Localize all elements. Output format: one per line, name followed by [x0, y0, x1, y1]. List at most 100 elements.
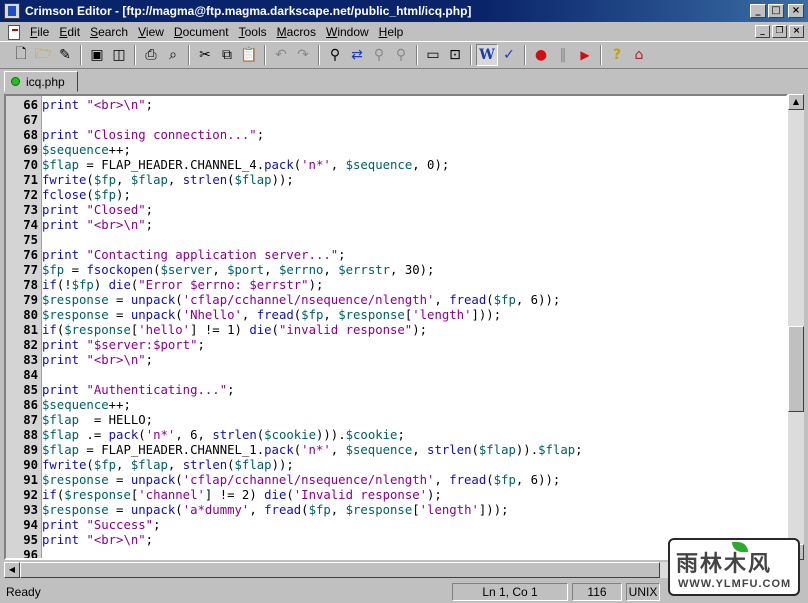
home-icon[interactable]: ⌂	[628, 44, 650, 66]
toolbar-separator	[416, 45, 418, 65]
code-token: $flap	[130, 458, 168, 472]
save-icon[interactable]: ▣	[86, 44, 108, 66]
spell-check-icon[interactable]: ✓	[498, 44, 520, 66]
line-code: $sequence++;	[42, 398, 131, 413]
find-icon[interactable]: ⚲	[324, 44, 346, 66]
doc-restore-button[interactable]: ❐	[772, 25, 787, 38]
find-next-icon[interactable]: ⚲	[368, 44, 390, 66]
maximize-button[interactable]: □	[768, 4, 784, 18]
open-folder-icon[interactable]: 🗁	[32, 44, 54, 66]
undo-icon[interactable]: ↶	[270, 44, 292, 66]
doc-close-button[interactable]: ×	[789, 25, 804, 38]
code-token: strlen	[212, 428, 257, 442]
print-preview-icon[interactable]: ⌕	[162, 44, 184, 66]
line-number: 73	[23, 203, 38, 217]
tab-icq-php[interactable]: icq.php	[4, 71, 78, 92]
line-number: 92	[23, 488, 38, 502]
close-button[interactable]: ×	[788, 4, 804, 18]
code-token: "Contacting application server..."	[86, 248, 339, 262]
screen-icon[interactable]: ⊡	[444, 44, 466, 66]
line-number: 70	[23, 158, 38, 172]
menu-item-macros[interactable]: Macros	[272, 25, 321, 39]
help-icon[interactable]: ?	[606, 44, 628, 66]
line-number: 67	[23, 113, 38, 127]
menu-item-view[interactable]: View	[133, 25, 169, 39]
code-token: ,	[167, 458, 183, 472]
menu-item-file[interactable]: File	[25, 25, 54, 39]
code-token: =	[108, 473, 131, 487]
code-token: unpack	[130, 308, 176, 322]
pause-macro-icon[interactable]: ‖	[552, 44, 574, 66]
code-line: 88 $flap .= pack('n*', 6, strlen($cookie)…	[6, 428, 786, 443]
code-token: $flap	[234, 173, 272, 187]
code-token: print	[42, 338, 80, 352]
copy-icon[interactable]: ⧉	[216, 44, 238, 66]
code-token: ;	[145, 533, 154, 547]
new-file-icon[interactable]: 🗋	[10, 44, 32, 66]
play-macro-icon[interactable]: ▶	[574, 44, 596, 66]
menu-item-search[interactable]: Search	[85, 25, 133, 39]
code-token: ;	[153, 518, 161, 532]
code-token: 'cflap/cchannel/nsequence/nlength'	[182, 293, 435, 307]
code-line: 89 $flap = FLAP_HEADER.CHANNEL_1.pack ('n*…	[6, 443, 786, 458]
document-icon[interactable]	[6, 24, 22, 40]
line-number: 88	[23, 428, 38, 442]
line-code: if(!$fp) die("Error $errno: $errstr");	[42, 278, 323, 293]
word-wrap-icon[interactable]: W	[476, 44, 498, 66]
menu-item-help[interactable]: Help	[374, 25, 409, 39]
menu-item-edit[interactable]: Edit	[54, 25, 85, 39]
code-line: 75	[6, 233, 786, 248]
menu-item-tools[interactable]: Tools	[234, 25, 272, 39]
code-token: ++;	[108, 398, 131, 412]
code-token: $cookie	[264, 428, 316, 442]
redo-icon[interactable]: ↷	[292, 44, 314, 66]
line-code: $sequence++;	[42, 143, 131, 158]
code-token: 'n*'	[301, 158, 331, 172]
save-all-icon[interactable]: ◫	[108, 44, 130, 66]
vertical-scroll-thumb[interactable]	[788, 326, 804, 412]
line-number: 91	[23, 473, 38, 487]
replace-icon[interactable]: ⇄	[346, 44, 368, 66]
record-macro-icon[interactable]: ●	[530, 44, 552, 66]
code-token: ,	[330, 503, 346, 517]
scroll-left-button[interactable]: ◀	[4, 562, 20, 578]
code-token: $fp	[42, 263, 65, 277]
find-prev-icon[interactable]: ⚲	[390, 44, 412, 66]
menu-item-document[interactable]: Document	[169, 25, 234, 39]
code-token: $flap	[234, 458, 272, 472]
code-token: ] != 1)	[190, 323, 250, 337]
menu-label-rest: elp	[387, 24, 404, 39]
line-code: $response = unpack('a*dummy', fread($fp,…	[42, 503, 509, 518]
line-code: print "$server:$port";	[42, 338, 205, 353]
minimize-button[interactable]: _	[750, 4, 766, 18]
horizontal-scroll-thumb[interactable]	[20, 562, 660, 578]
code-line: 79 $response = unpack('cflap/cchannel/nse…	[6, 293, 786, 308]
code-token: $response	[42, 473, 109, 487]
code-editor[interactable]: 66 print "<br>\n"; 67 68 print "Closing conn…	[4, 94, 788, 560]
line-code: if($response['hello'] != 1) die("invalid…	[42, 323, 427, 338]
code-token: ,	[434, 473, 450, 487]
line-number: 90	[23, 458, 38, 472]
title-bar: Crimson Editor - [ftp://magma@ftp.magma.…	[0, 0, 808, 22]
document-tabs: icq.php	[0, 69, 808, 93]
window-icon[interactable]: ▭	[422, 44, 444, 66]
doc-minimize-button[interactable]: _	[755, 25, 770, 38]
edit-icon[interactable]: ✎	[54, 44, 76, 66]
code-token: print	[42, 248, 80, 262]
code-token: $flap	[130, 173, 168, 187]
code-token: $flap	[42, 443, 80, 457]
code-token: ,	[330, 443, 346, 457]
code-token: (	[301, 503, 309, 517]
cut-icon[interactable]: ✂	[194, 44, 216, 66]
line-number: 86	[23, 398, 38, 412]
menu-item-window[interactable]: Window	[321, 25, 374, 39]
vertical-scrollbar[interactable]: ▲ ▼	[788, 94, 804, 560]
line-number: 87	[23, 413, 38, 427]
scroll-up-button[interactable]: ▲	[788, 94, 804, 110]
code-token: [	[412, 503, 420, 517]
cursor-position: Ln 1, Co 1	[452, 583, 568, 601]
code-token: =	[108, 293, 131, 307]
print-icon[interactable]: ⎙	[140, 44, 162, 66]
paste-icon[interactable]: 📋	[238, 44, 260, 66]
app-icon[interactable]	[4, 3, 20, 19]
